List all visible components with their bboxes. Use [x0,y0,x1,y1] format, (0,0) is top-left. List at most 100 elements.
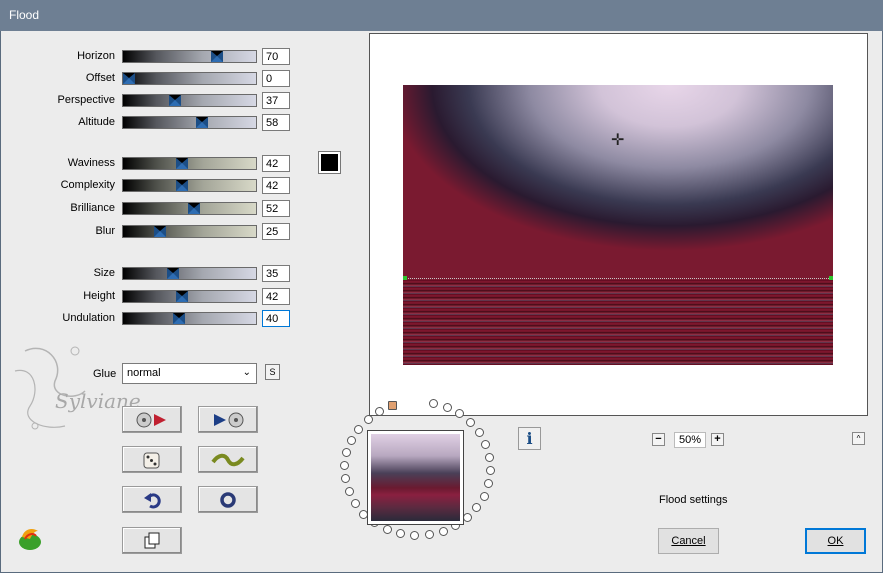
size-label: Size [93,267,115,279]
preset-dot[interactable] [455,409,465,419]
waviness-label: Waviness [67,157,115,169]
waviness-slider[interactable] [122,157,257,170]
complexity-slider[interactable] [122,179,257,192]
preset-dot[interactable] [340,461,350,471]
undulation-value-field[interactable]: 40 [262,310,290,327]
preset-dot[interactable] [429,398,439,408]
preset-dot[interactable] [342,448,352,458]
crosshair-icon[interactable]: ✛ [611,130,624,150]
glue-s-button[interactable]: S [265,364,280,380]
cancel-label: Cancel [671,535,706,547]
height-label: Height [83,290,115,302]
blur-value-field[interactable]: 25 [262,223,290,240]
color-swatch[interactable] [318,151,341,174]
horizon-handle-left[interactable] [403,276,407,280]
preset-dot[interactable] [438,526,448,536]
wave-icon [211,453,245,466]
preset-dot[interactable] [346,435,356,445]
offset-slider-thumb[interactable] [123,73,135,84]
preset-dot[interactable] [375,406,385,416]
copy-button[interactable] [122,527,182,554]
wave-button[interactable] [198,446,258,473]
glue-select[interactable]: normal ⌄ [122,363,257,384]
thumbnail-image [371,434,460,521]
preset-dot[interactable] [424,530,434,540]
preset-dot[interactable] [484,479,494,489]
preset-dot[interactable] [442,402,452,412]
waviness-slider-thumb[interactable] [175,158,188,169]
preset-dot[interactable] [462,512,472,522]
blur-slider[interactable] [122,225,257,238]
glue-label: Glue [93,368,117,380]
complexity-slider-thumb[interactable] [175,180,188,191]
zoom-out-button[interactable]: − [652,433,665,446]
window-title: Flood [9,8,40,22]
size-slider[interactable] [122,267,257,280]
randomize-button[interactable] [122,446,182,473]
preset-dot[interactable] [396,529,406,539]
preset-dot[interactable] [344,487,354,497]
altitude-value-field[interactable]: 58 [262,114,290,131]
height-slider-thumb[interactable] [175,291,188,302]
undulation-slider-thumb[interactable] [173,313,185,324]
preset-dot[interactable] [387,401,397,411]
preset-dot[interactable] [479,491,489,501]
navigator-thumbnail[interactable] [367,430,464,525]
undulation-slider[interactable] [122,312,257,325]
undulation-label: Undulation [62,312,115,324]
horizon-label: Horizon [77,50,115,62]
horizon-handle-right[interactable] [829,276,833,280]
copy-icon [144,532,160,548]
size-value-field[interactable]: 35 [262,265,290,282]
info-button[interactable]: i [518,427,541,450]
perspective-slider[interactable] [122,94,257,107]
preview-pane[interactable]: ✛ [369,33,868,416]
altitude-slider[interactable] [122,116,257,129]
size-slider-thumb[interactable] [166,268,179,279]
horizon-value-field[interactable]: 70 [262,48,290,65]
undo-button[interactable] [122,486,182,513]
preset-dot[interactable] [485,452,494,462]
preset-dot[interactable] [466,418,476,428]
waviness-value-field[interactable]: 42 [262,155,290,172]
perspective-slider-thumb[interactable] [169,95,182,106]
preset-dot[interactable] [340,474,350,484]
zoom-in-button[interactable]: + [711,433,724,446]
horizon-slider-thumb[interactable] [210,51,223,62]
preset-dot[interactable] [481,440,491,450]
brilliance-value-field[interactable]: 52 [262,200,290,217]
title-bar: Flood [0,0,883,31]
ok-label: OK [827,535,844,547]
preset-dot[interactable] [382,524,392,534]
collapse-button[interactable]: ^ [852,432,865,445]
preset-dot[interactable] [410,530,420,540]
play-forward-button[interactable] [198,406,258,433]
perspective-value-field[interactable]: 37 [262,92,290,109]
brilliance-slider[interactable] [122,202,257,215]
offset-value-field[interactable]: 0 [262,70,290,87]
preset-dot[interactable] [474,428,484,438]
play-reverse-button[interactable] [122,406,182,433]
flame-logo-icon [19,529,41,550]
offset-slider[interactable] [122,72,257,85]
ok-button[interactable]: OK [805,528,866,554]
brilliance-slider-thumb[interactable] [188,203,200,214]
complexity-value-field[interactable]: 42 [262,177,290,194]
preview-image[interactable]: ✛ [403,85,833,365]
altitude-slider-thumb[interactable] [195,117,208,128]
horizon-line[interactable] [403,278,833,279]
blur-slider-thumb[interactable] [154,226,167,237]
preset-dot[interactable] [354,424,364,434]
preset-dot[interactable] [363,414,373,424]
reset-button[interactable] [198,486,258,513]
horizon-slider[interactable] [122,50,257,63]
height-value-field[interactable]: 42 [262,288,290,305]
preset-dot[interactable] [472,503,482,513]
undo-icon [144,492,161,508]
dialog-body: Horizon 70 Offset 0 Perspective 37 Altitude 58 W… [1,31,882,572]
preset-dot[interactable] [485,466,495,476]
cancel-button[interactable]: Cancel [658,528,719,554]
height-slider[interactable] [122,290,257,303]
settings-label: Flood settings [659,494,728,506]
preset-dot[interactable] [350,499,360,509]
